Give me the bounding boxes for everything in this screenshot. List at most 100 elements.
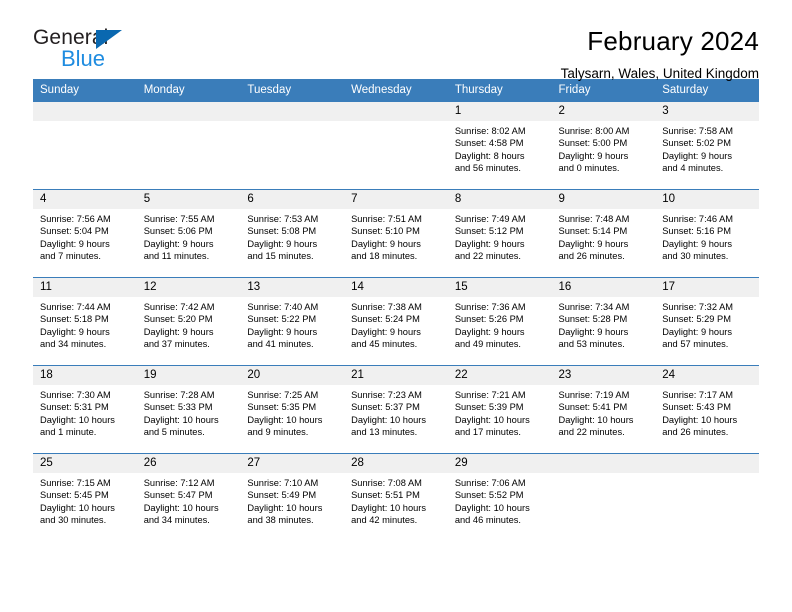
day-details: Sunrise: 7:19 AM Sunset: 5:41 PM Daylight:… (552, 385, 656, 439)
daylight-line-2: and 34 minutes. (40, 339, 107, 350)
sunrise-time: Sunrise: 7:42 AM (143, 302, 215, 312)
calendar-day-cell[interactable]: 10 Sunrise: 7:46 AM Sunset: 5:16 PM Dayligh… (655, 189, 759, 278)
sunset-time: Sunset: 5:33 PM (143, 402, 213, 413)
day-number: 25 (33, 454, 137, 473)
calendar-page: General Blue February 2024 Talysarn, Wal… (0, 0, 792, 612)
day-number (240, 102, 345, 121)
day-number: 21 (344, 366, 448, 385)
calendar-day-cell-empty (33, 101, 137, 190)
general-blue-logo[interactable]: General Blue (33, 26, 145, 72)
day-number: 9 (551, 190, 656, 209)
daylight-line-1: Daylight: 9 hours (454, 326, 525, 337)
daylight-line-1: Daylight: 9 hours (662, 238, 732, 249)
daylight-line-2: and 57 minutes. (662, 339, 729, 350)
calendar-day-cell[interactable]: 25 Sunrise: 7:15 AM Sunset: 5:45 PM Dayligh… (33, 453, 137, 542)
calendar-day-cell[interactable]: 7 Sunrise: 7:51 AM Sunset: 5:10 PM Daylight… (344, 189, 448, 278)
daylight-line-1: Daylight: 9 hours (558, 238, 629, 249)
sunrise-time: Sunrise: 7:21 AM (454, 390, 526, 400)
page-header: General Blue February 2024 Talysarn, Wal… (33, 0, 759, 81)
daylight-line-2: and 26 minutes. (662, 427, 729, 438)
calendar-body: 1 Sunrise: 8:02 AM Sunset: 4:58 PM Daylight… (33, 101, 759, 542)
sunrise-time: Sunrise: 7:34 AM (558, 302, 630, 312)
sunrise-time: Sunrise: 7:28 AM (143, 390, 215, 400)
daylight-line-2: and 22 minutes. (454, 251, 521, 262)
calendar-day-cell[interactable]: 15 Sunrise: 7:36 AM Sunset: 5:26 PM Dayligh… (447, 277, 552, 366)
calendar-day-cell[interactable]: 12 Sunrise: 7:42 AM Sunset: 5:20 PM Dayligh… (136, 277, 241, 366)
daylight-line-2: and 49 minutes. (454, 339, 521, 350)
calendar-day-cell-empty (136, 101, 241, 190)
calendar-day-cell[interactable]: 29 Sunrise: 7:06 AM Sunset: 5:52 PM Dayligh… (447, 453, 552, 542)
sunset-time: Sunset: 5:37 PM (351, 402, 420, 413)
day-details: Sunrise: 7:21 AM Sunset: 5:39 PM Daylight:… (448, 385, 552, 439)
sunrise-time: Sunrise: 7:49 AM (454, 214, 526, 224)
calendar-day-cell[interactable]: 18 Sunrise: 7:30 AM Sunset: 5:31 PM Dayligh… (33, 365, 137, 454)
calendar-day-cell[interactable]: 11 Sunrise: 7:44 AM Sunset: 5:18 PM Dayligh… (33, 277, 137, 366)
day-number: 1 (447, 102, 552, 121)
day-number: 12 (136, 278, 241, 297)
calendar-day-cell[interactable]: 23 Sunrise: 7:19 AM Sunset: 5:41 PM Dayligh… (551, 365, 656, 454)
day-details: Sunrise: 7:49 AM Sunset: 5:12 PM Daylight:… (448, 209, 552, 263)
calendar-day-cell[interactable]: 22 Sunrise: 7:21 AM Sunset: 5:39 PM Dayligh… (447, 365, 552, 454)
day-number: 5 (136, 190, 241, 209)
calendar-day-cell[interactable]: 24 Sunrise: 7:17 AM Sunset: 5:43 PM Dayligh… (655, 365, 759, 454)
sunset-time: Sunset: 5:51 PM (351, 490, 420, 501)
calendar-day-cell[interactable]: 8 Sunrise: 7:49 AM Sunset: 5:12 PM Daylight… (447, 189, 552, 278)
daylight-line-2: and 22 minutes. (558, 427, 625, 438)
calendar-day-cell[interactable]: 21 Sunrise: 7:23 AM Sunset: 5:37 PM Dayligh… (344, 365, 448, 454)
sunrise-time: Sunrise: 7:58 AM (662, 126, 734, 136)
sunrise-time: Sunrise: 7:46 AM (662, 214, 734, 224)
day-details: Sunrise: 7:58 AM Sunset: 5:02 PM Daylight:… (655, 121, 759, 175)
day-details: Sunrise: 7:32 AM Sunset: 5:29 PM Daylight:… (655, 297, 759, 351)
day-number: 27 (240, 454, 345, 473)
calendar-day-cell[interactable]: 28 Sunrise: 7:08 AM Sunset: 5:51 PM Dayligh… (344, 453, 448, 542)
calendar-day-cell[interactable]: 14 Sunrise: 7:38 AM Sunset: 5:24 PM Dayligh… (344, 277, 448, 366)
weekday-header-monday: Monday (136, 79, 241, 102)
calendar-day-cell[interactable]: 2 Sunrise: 8:00 AM Sunset: 5:00 PM Daylight… (551, 101, 656, 190)
daylight-line-1: Daylight: 9 hours (247, 326, 318, 337)
sunset-time: Sunset: 5:06 PM (143, 226, 213, 237)
sunset-time: Sunset: 5:31 PM (40, 402, 109, 413)
calendar-day-cell[interactable]: 3 Sunrise: 7:58 AM Sunset: 5:02 PM Daylight… (655, 101, 759, 190)
day-details: Sunrise: 7:17 AM Sunset: 5:43 PM Daylight:… (655, 385, 759, 439)
daylight-line-2: and 9 minutes. (247, 427, 309, 438)
daylight-line-1: Daylight: 9 hours (558, 150, 629, 161)
calendar-day-cell[interactable]: 27 Sunrise: 7:10 AM Sunset: 5:49 PM Dayligh… (240, 453, 345, 542)
calendar-day-cell[interactable]: 17 Sunrise: 7:32 AM Sunset: 5:29 PM Dayligh… (655, 277, 759, 366)
day-details: Sunrise: 7:42 AM Sunset: 5:20 PM Daylight:… (137, 297, 241, 351)
daylight-line-1: Daylight: 9 hours (351, 326, 421, 337)
calendar-day-cell[interactable]: 9 Sunrise: 7:48 AM Sunset: 5:14 PM Daylight… (551, 189, 656, 278)
daylight-line-1: Daylight: 10 hours (558, 414, 634, 425)
sunset-time: Sunset: 5:52 PM (454, 490, 524, 501)
calendar-day-cell[interactable]: 16 Sunrise: 7:34 AM Sunset: 5:28 PM Dayligh… (551, 277, 656, 366)
calendar-day-cell-empty (240, 101, 345, 190)
daylight-line-1: Daylight: 9 hours (454, 238, 525, 249)
calendar-day-cell[interactable]: 26 Sunrise: 7:12 AM Sunset: 5:47 PM Dayligh… (136, 453, 241, 542)
daylight-line-2: and 46 minutes. (454, 515, 521, 526)
daylight-line-2: and 17 minutes. (454, 427, 521, 438)
calendar-day-cell[interactable]: 5 Sunrise: 7:55 AM Sunset: 5:06 PM Daylight… (136, 189, 241, 278)
daylight-line-1: Daylight: 10 hours (662, 414, 738, 425)
day-number: 14 (344, 278, 448, 297)
daylight-line-2: and 13 minutes. (351, 427, 418, 438)
daylight-line-1: Daylight: 9 hours (558, 326, 629, 337)
day-details: Sunrise: 7:30 AM Sunset: 5:31 PM Daylight:… (33, 385, 137, 439)
calendar-day-cell[interactable]: 19 Sunrise: 7:28 AM Sunset: 5:33 PM Dayligh… (136, 365, 241, 454)
weekday-header: Sunday Monday Tuesday Wednesday Thursday… (33, 79, 759, 102)
daylight-line-1: Daylight: 10 hours (40, 502, 115, 513)
calendar-day-cell[interactable]: 1 Sunrise: 8:02 AM Sunset: 4:58 PM Daylight… (447, 101, 552, 190)
sunrise-time: Sunrise: 8:02 AM (454, 126, 526, 136)
day-details: Sunrise: 8:00 AM Sunset: 5:00 PM Daylight:… (552, 121, 656, 175)
calendar-day-cell[interactable]: 20 Sunrise: 7:25 AM Sunset: 5:35 PM Dayligh… (240, 365, 345, 454)
day-details: Sunrise: 7:46 AM Sunset: 5:16 PM Daylight:… (655, 209, 759, 263)
daylight-line-1: Daylight: 9 hours (40, 238, 110, 249)
calendar-day-cell[interactable]: 13 Sunrise: 7:40 AM Sunset: 5:22 PM Dayligh… (240, 277, 345, 366)
daylight-line-1: Daylight: 10 hours (143, 502, 219, 513)
calendar-day-cell-empty (344, 101, 448, 190)
sunrise-time: Sunrise: 7:44 AM (40, 302, 111, 312)
sunrise-time: Sunrise: 7:48 AM (558, 214, 630, 224)
calendar-day-cell[interactable]: 6 Sunrise: 7:53 AM Sunset: 5:08 PM Daylight… (240, 189, 345, 278)
sunrise-time: Sunrise: 7:32 AM (662, 302, 734, 312)
weekday-header-wednesday: Wednesday (344, 79, 448, 102)
calendar-day-cell[interactable]: 4 Sunrise: 7:56 AM Sunset: 5:04 PM Daylight… (33, 189, 137, 278)
daylight-line-1: Daylight: 10 hours (143, 414, 219, 425)
